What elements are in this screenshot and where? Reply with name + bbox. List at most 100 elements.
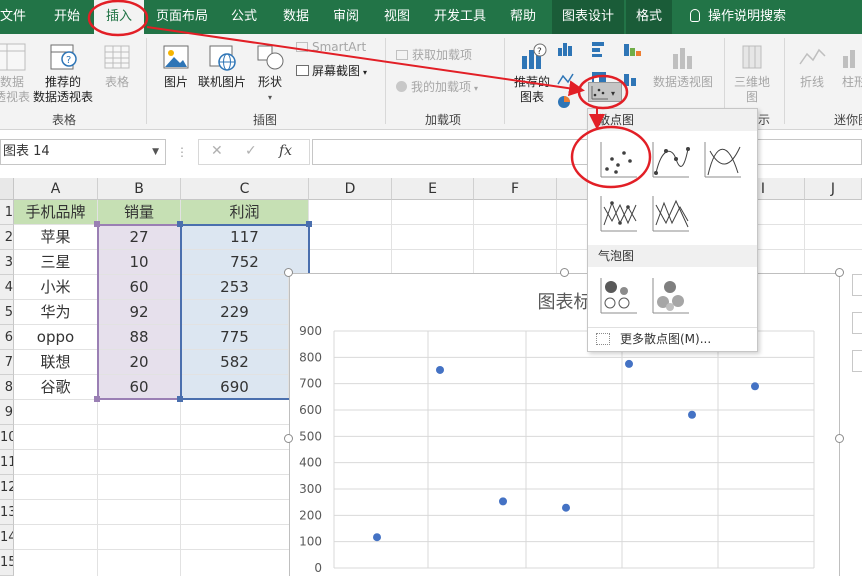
row-header[interactable]: 13 (0, 500, 14, 525)
scatter-straight-lines-option[interactable] (650, 193, 692, 235)
picture-button[interactable]: 图片 (158, 42, 194, 90)
row-header[interactable]: 12 (0, 475, 14, 500)
chart-resize-handle[interactable] (284, 268, 293, 277)
brand-cell[interactable]: 苹果 (14, 225, 98, 250)
scatter-smooth-lines-option[interactable] (702, 139, 744, 181)
header-cell-profit[interactable]: 利润 (181, 200, 309, 225)
row-header[interactable]: 4 (0, 275, 14, 300)
brand-cell[interactable]: 三星 (14, 250, 98, 275)
range-handle[interactable] (94, 396, 100, 402)
column-header-f[interactable]: F (474, 178, 557, 200)
scatter-point[interactable] (751, 382, 759, 391)
range-handle[interactable] (177, 396, 183, 402)
tab-format[interactable]: 格式 (626, 0, 673, 34)
recommended-charts-button[interactable]: ? 推荐的 图表 (510, 42, 554, 105)
pivot-table-button[interactable]: 数据 透视表 (0, 42, 30, 105)
pivot-chart-button[interactable]: 数据透视图 (652, 42, 714, 90)
gridline (14, 549, 289, 550)
scatter-point[interactable] (373, 533, 381, 542)
insert-function-icon[interactable]: fx (279, 143, 292, 159)
header-cell-brand[interactable]: 手机品牌 (14, 200, 98, 225)
scatter-point[interactable] (625, 359, 633, 368)
column-header-e[interactable]: E (392, 178, 474, 200)
column-header-c[interactable]: C (181, 178, 309, 200)
my-addins-button[interactable]: 我的加载项 ▾ (396, 80, 496, 96)
row-header[interactable]: 2 (0, 225, 14, 250)
scatter-point[interactable] (688, 410, 696, 419)
tab-formulas[interactable]: 公式 (231, 0, 257, 34)
brand-cell[interactable]: 谷歌 (14, 375, 98, 400)
chart-elements-button[interactable] (852, 274, 862, 296)
tab-data[interactable]: 数据 (283, 0, 309, 34)
sparkline-column-button[interactable]: 柱形 (836, 42, 862, 90)
row-header[interactable]: 7 (0, 350, 14, 375)
column-header-b[interactable]: B (98, 178, 181, 200)
cancel-icon[interactable]: ✕ (211, 143, 223, 159)
row-header[interactable]: 1 (0, 200, 14, 225)
row-header[interactable]: 15 (0, 550, 14, 576)
column-header-d[interactable]: D (309, 178, 392, 200)
range-handle[interactable] (94, 221, 100, 227)
name-box-value: 图表 14 (3, 144, 50, 159)
table-button[interactable]: 表格 (100, 42, 134, 90)
tab-developer[interactable]: 开发工具 (434, 0, 486, 34)
chart-resize-handle[interactable] (284, 434, 293, 443)
range-handle[interactable] (177, 221, 183, 227)
scatter-chart-button[interactable]: ▾ (588, 82, 622, 102)
row-header[interactable]: 14 (0, 525, 14, 550)
row-header[interactable]: 6 (0, 325, 14, 350)
name-box-dropdown-icon[interactable]: ▼ (152, 140, 159, 164)
scatter-smooth-markers-option[interactable] (650, 139, 692, 181)
recommended-pivot-button[interactable]: ? 推荐的 数据透视表 (32, 42, 94, 105)
tab-review[interactable]: 审阅 (333, 0, 359, 34)
column-header-j[interactable]: J (805, 178, 862, 200)
shapes-button[interactable]: 形状 ▾ (252, 42, 288, 105)
tab-chart-design[interactable]: 图表设计 (552, 0, 625, 34)
tab-page-layout[interactable]: 页面布局 (156, 0, 208, 34)
row-header[interactable]: 10 (0, 425, 14, 450)
online-picture-button[interactable]: 联机图片 (196, 42, 248, 90)
scatter-option[interactable] (598, 139, 640, 181)
tab-insert[interactable]: 插入 (94, 0, 145, 34)
brand-cell[interactable]: oppo (14, 325, 98, 350)
chart-styles-button[interactable] (852, 312, 862, 334)
scatter-point[interactable] (562, 503, 570, 512)
chart-resize-handle[interactable] (835, 268, 844, 277)
range-handle[interactable] (306, 221, 312, 227)
row-header[interactable]: 5 (0, 300, 14, 325)
scatter-straight-markers-option[interactable] (598, 193, 640, 235)
select-all-corner[interactable] (0, 178, 14, 200)
row-header[interactable]: 9 (0, 400, 14, 425)
row-header[interactable]: 3 (0, 250, 14, 275)
chart-filters-button[interactable] (852, 350, 862, 372)
tab-help[interactable]: 帮助 (510, 0, 536, 34)
brand-cell[interactable]: 小米 (14, 275, 98, 300)
chart-resize-handle[interactable] (560, 268, 569, 277)
bubble-option[interactable] (598, 275, 640, 317)
header-cell-sales[interactable]: 销量 (98, 200, 181, 225)
sparkline-line-button[interactable]: 折线 (792, 42, 832, 90)
chart-plot-area[interactable]: 900 800 700 600 500 400 300 200 100 0 (290, 274, 841, 576)
name-box[interactable]: 图表 14 ▼ (0, 139, 166, 165)
smartart-button[interactable]: SmartArt (296, 40, 368, 55)
row-header[interactable]: 8 (0, 375, 14, 400)
bubble-3d-option[interactable] (650, 275, 692, 317)
chart-resize-handle[interactable] (835, 434, 844, 443)
brand-cell[interactable]: 华为 (14, 300, 98, 325)
tab-home[interactable]: 开始 (54, 0, 80, 34)
more-scatter-charts-item[interactable]: 更多散点图(M)... (588, 327, 757, 349)
screenshot-button[interactable]: 屏幕截图 ▾ (296, 64, 376, 80)
tell-me-search[interactable]: 操作说明搜索 (690, 0, 786, 34)
enter-icon[interactable]: ✓ (245, 143, 257, 159)
row-header[interactable]: 11 (0, 450, 14, 475)
tab-view[interactable]: 视图 (384, 0, 410, 34)
scatter-point[interactable] (436, 365, 444, 374)
brand-cell[interactable]: 联想 (14, 350, 98, 375)
column-header-a[interactable]: A (14, 178, 98, 200)
shapes-label: 形状 (257, 75, 282, 89)
scatter-point[interactable] (499, 497, 507, 506)
globe-icon (742, 45, 762, 69)
get-addins-button[interactable]: 获取加载项 (396, 48, 492, 63)
tab-file[interactable]: 文件 (0, 0, 26, 34)
3d-map-button[interactable]: 三维地 图 (732, 42, 772, 105)
